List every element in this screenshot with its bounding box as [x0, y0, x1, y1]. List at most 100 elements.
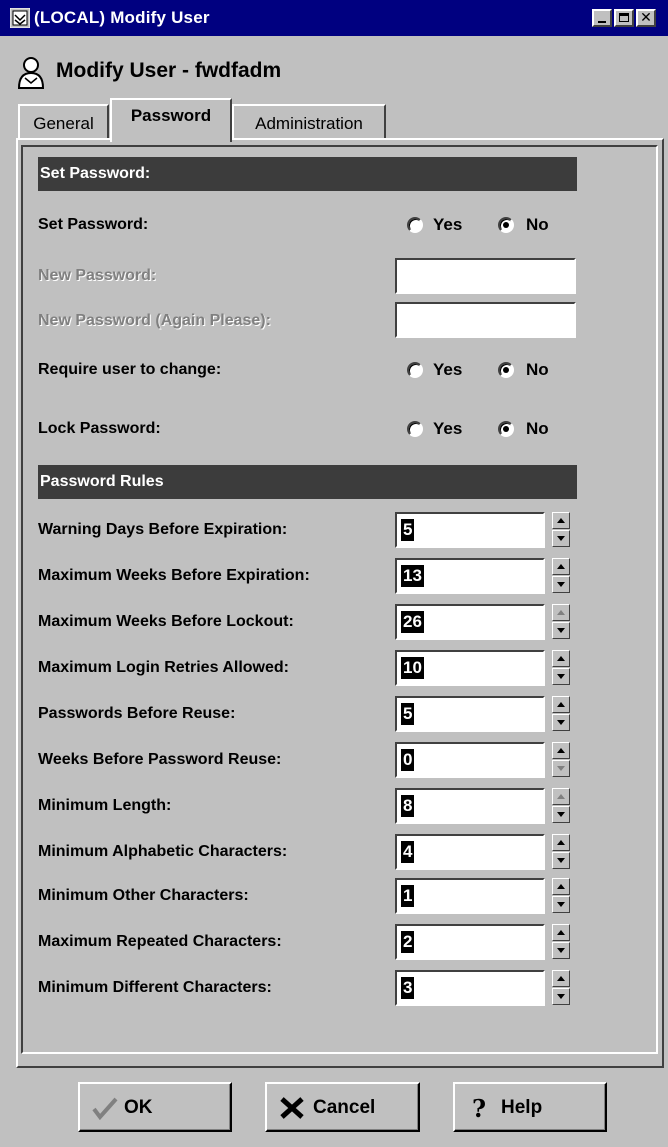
- set-password-yes-radio[interactable]: [407, 217, 423, 233]
- cancel-button[interactable]: Cancel: [265, 1082, 420, 1132]
- lock-password-label: Lock Password:: [38, 420, 161, 437]
- rule-value: 26: [401, 611, 424, 633]
- rule-spinner-buttons: [552, 696, 570, 732]
- set-password-label: Set Password:: [38, 216, 149, 233]
- rule-spinner-field[interactable]: 4: [395, 834, 545, 870]
- arrow-down-icon: [557, 628, 565, 633]
- rule-spinner-field[interactable]: 0: [395, 742, 545, 778]
- app-icon: [10, 8, 30, 28]
- lock-password-no-radio[interactable]: [498, 421, 514, 437]
- close-button[interactable]: ✕: [636, 9, 656, 27]
- rule-value: 13: [401, 565, 424, 587]
- tab-label: General: [33, 114, 94, 133]
- svg-text:?: ?: [472, 1096, 486, 1120]
- rule-value: 4: [401, 841, 415, 863]
- rule-label: Maximum Login Retries Allowed:: [38, 659, 289, 676]
- require-change-yes-label[interactable]: Yes: [433, 360, 462, 380]
- arrow-down-icon: [557, 536, 565, 541]
- arrow-down-icon: [557, 948, 565, 953]
- rule-label: Minimum Other Characters:: [38, 887, 249, 904]
- rule-spinner-field[interactable]: 26: [395, 604, 545, 640]
- section-header-password-rules: Password Rules: [38, 465, 577, 499]
- spin-down-button[interactable]: [552, 668, 570, 685]
- spin-down-button[interactable]: [552, 942, 570, 959]
- tab-administration[interactable]: Administration: [232, 104, 386, 140]
- lock-password-yes-label[interactable]: Yes: [433, 419, 462, 439]
- minimize-icon: [598, 21, 606, 23]
- spin-up-button[interactable]: [552, 696, 570, 713]
- tab-password[interactable]: Password: [110, 98, 232, 142]
- help-button[interactable]: ? Help: [453, 1082, 607, 1132]
- rule-spinner-buttons: [552, 512, 570, 548]
- set-password-yes-label[interactable]: Yes: [433, 215, 462, 235]
- title-bar[interactable]: (LOCAL) Modify User ✕: [0, 0, 668, 36]
- spin-up-button[interactable]: [552, 878, 570, 895]
- rule-spinner-buttons: [552, 742, 570, 778]
- spin-down-button[interactable]: [552, 622, 570, 639]
- set-password-no-radio[interactable]: [498, 217, 514, 233]
- arrow-up-icon: [557, 930, 565, 935]
- spin-up-button[interactable]: [552, 650, 570, 667]
- spin-down-button[interactable]: [552, 806, 570, 823]
- arrow-up-icon: [557, 610, 565, 615]
- spin-down-button[interactable]: [552, 576, 570, 593]
- lock-password-no-label[interactable]: No: [526, 419, 549, 439]
- rule-label: Minimum Length:: [38, 797, 172, 814]
- new-password-again-field[interactable]: [395, 302, 576, 338]
- new-password-field[interactable]: [395, 258, 576, 294]
- rule-spinner-buttons: [552, 788, 570, 824]
- spin-down-button[interactable]: [552, 760, 570, 777]
- spin-down-button[interactable]: [552, 896, 570, 913]
- arrow-up-icon: [557, 702, 565, 707]
- arrow-up-icon: [557, 656, 565, 661]
- close-icon: ✕: [640, 9, 652, 25]
- spin-down-button[interactable]: [552, 852, 570, 869]
- ok-button[interactable]: OK: [78, 1082, 232, 1132]
- spin-down-button[interactable]: [552, 988, 570, 1005]
- arrow-up-icon: [557, 884, 565, 889]
- section-title: Set Password:: [40, 165, 151, 182]
- spin-up-button[interactable]: [552, 604, 570, 621]
- set-password-no-label[interactable]: No: [526, 215, 549, 235]
- arrow-down-icon: [557, 674, 565, 679]
- rule-spinner-field[interactable]: 8: [395, 788, 545, 824]
- maximize-button[interactable]: [614, 9, 634, 27]
- rule-spinner-field[interactable]: 10: [395, 650, 545, 686]
- minimize-button[interactable]: [592, 9, 612, 27]
- rule-label: Weeks Before Password Reuse:: [38, 751, 282, 768]
- rule-spinner-field[interactable]: 2: [395, 924, 545, 960]
- tab-general[interactable]: General: [18, 104, 109, 140]
- rule-spinner-field[interactable]: 13: [395, 558, 545, 594]
- rule-spinner-field[interactable]: 5: [395, 696, 545, 732]
- rule-label: Minimum Different Characters:: [38, 979, 272, 996]
- rule-value: 3: [401, 977, 415, 999]
- arrow-down-icon: [557, 902, 565, 907]
- rule-spinner-field[interactable]: 3: [395, 970, 545, 1006]
- spin-up-button[interactable]: [552, 970, 570, 987]
- arrow-down-icon: [557, 766, 565, 771]
- rule-label: Maximum Repeated Characters:: [38, 933, 282, 950]
- spin-down-button[interactable]: [552, 530, 570, 547]
- require-change-yes-radio[interactable]: [407, 362, 423, 378]
- spin-up-button[interactable]: [552, 558, 570, 575]
- rule-spinner-field[interactable]: 5: [395, 512, 545, 548]
- rule-spinner-buttons: [552, 924, 570, 960]
- spin-up-button[interactable]: [552, 924, 570, 941]
- spin-up-button[interactable]: [552, 834, 570, 851]
- lock-password-yes-radio[interactable]: [407, 421, 423, 437]
- rule-spinner-buttons: [552, 604, 570, 640]
- arrow-up-icon: [557, 748, 565, 753]
- spin-up-button[interactable]: [552, 512, 570, 529]
- arrow-down-icon: [557, 582, 565, 587]
- spin-down-button[interactable]: [552, 714, 570, 731]
- arrow-down-icon: [557, 994, 565, 999]
- rule-spinner-field[interactable]: 1: [395, 878, 545, 914]
- spin-up-button[interactable]: [552, 742, 570, 759]
- rule-spinner-buttons: [552, 558, 570, 594]
- require-change-no-radio[interactable]: [498, 362, 514, 378]
- tab-label: Password: [130, 106, 212, 125]
- section-header-set-password: Set Password:: [38, 157, 577, 191]
- new-password-label: New Password:: [38, 267, 157, 284]
- spin-up-button[interactable]: [552, 788, 570, 805]
- require-change-no-label[interactable]: No: [526, 360, 549, 380]
